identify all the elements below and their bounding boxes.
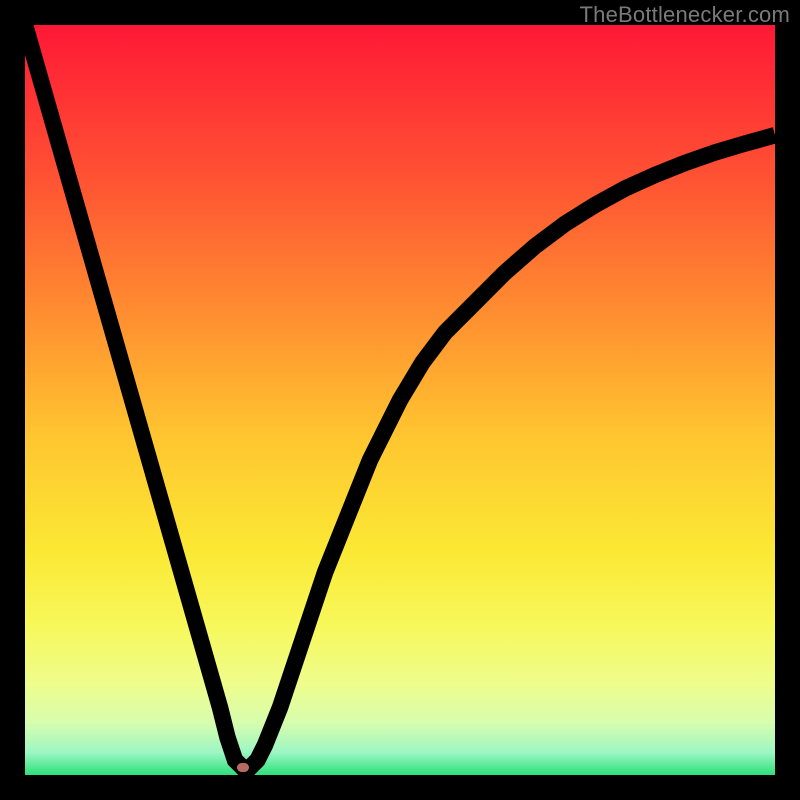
bottleneck-curve	[25, 25, 775, 768]
curve-layer	[25, 25, 775, 775]
chart-frame: TheBottlenecker.com	[0, 0, 800, 800]
optimal-point-marker	[237, 763, 249, 771]
plot-area	[25, 25, 775, 775]
